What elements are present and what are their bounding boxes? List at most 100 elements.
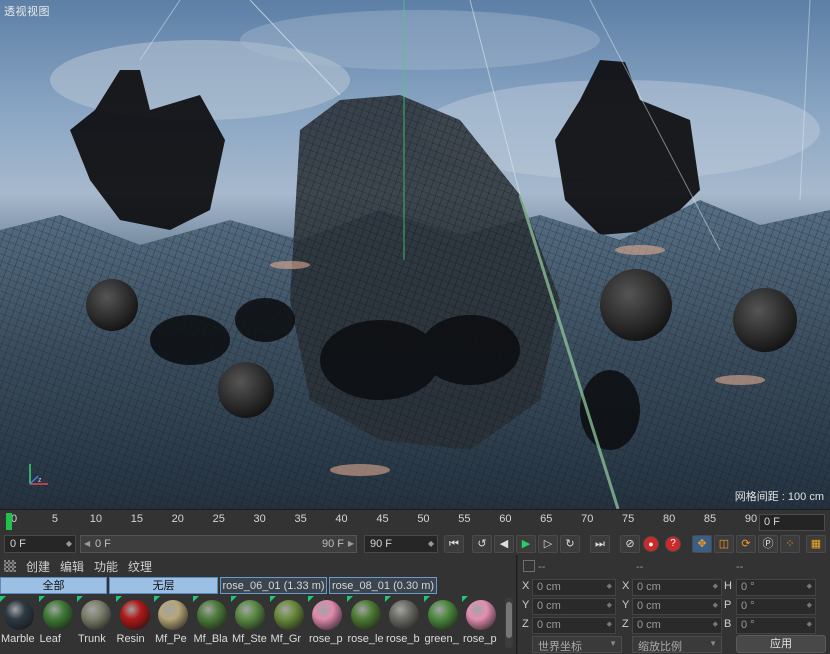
material-swatch[interactable]: Resin [115,596,154,654]
material-list: Marble Leaf Trunk Resin Mf_Pe Mf_Bla Mf_Ste Mf_… [0,596,501,654]
material-name: rose_le [347,633,384,645]
prev-key-button[interactable]: ↺ [472,535,492,553]
material-swatch[interactable]: Mf_Bla [192,596,231,654]
filter-rose-06[interactable]: rose_06_01 (1.33 m) [220,577,327,594]
ruler-tick-label: 15 [130,513,143,525]
layer-filter-bar: 全部 无层 rose_06_01 (1.33 m) rose_08_01 (0.… [0,577,437,594]
material-preview-icon [312,600,342,630]
stepper-icon[interactable]: ◆ [807,582,812,590]
material-name: Mf_Pe [155,633,187,645]
ruler-tick-label: 65 [540,513,553,525]
coord-header-size: -- [636,561,644,573]
ruler-tick-label: 5 [51,513,58,525]
prev-frame-button[interactable]: ◀ [494,535,514,553]
material-swatch[interactable]: Mf_Ste [231,596,269,654]
go-to-end-button[interactable]: ⏭ [590,535,610,553]
menu-edit[interactable]: 编辑 [60,558,84,575]
apply-button[interactable]: 应用 [736,635,826,653]
go-to-start-button[interactable]: ⏮ [444,535,464,553]
filter-no-layer[interactable]: 无层 [109,577,218,594]
timeline-window-icon[interactable]: ▦ [806,535,826,553]
coord-header: -- -- -- [518,555,830,577]
material-used-marker [462,596,468,602]
point-level-icon[interactable]: ⁘ [780,535,800,553]
scale-mode-dropdown[interactable]: 缩放比例 ▼ [632,636,722,653]
material-used-marker [0,596,6,602]
filter-rose-08[interactable]: rose_08_01 (0.30 m) [329,577,437,594]
material-swatch[interactable]: rose_b [385,596,423,654]
start-frame-value: 0 F [10,538,26,550]
frame-range-slider[interactable]: ◀ 0 F 90 F ▶ [80,535,357,553]
filter-all[interactable]: 全部 [0,577,107,594]
coord-axis-label: B [724,618,732,630]
material-used-marker [115,596,122,602]
material-swatch[interactable]: rose_le [346,596,385,654]
viewport-title[interactable]: 透视视图 [4,3,50,19]
ruler-tick-label: 35 [294,513,307,525]
stepper-icon[interactable]: ◆ [807,620,812,628]
playhead[interactable] [6,513,12,530]
material-swatch[interactable]: Leaf [38,596,77,654]
material-used-marker [385,596,391,602]
material-preview-icon [196,600,227,630]
material-swatch[interactable]: Marble [0,596,38,654]
stepper-icon[interactable]: ◆ [807,601,812,609]
move-key-icon[interactable]: ✥ [692,535,712,553]
material-preview-icon [119,600,150,630]
rotate-key-icon[interactable]: ⟳ [736,535,756,553]
material-swatch[interactable]: Mf_Pe [154,596,192,654]
material-preview-icon [81,600,111,630]
menu-texture[interactable]: 纹理 [128,558,152,575]
axis-gizmo-icon: z [29,464,48,485]
current-frame-field[interactable]: 0 F [759,514,825,531]
panel-grip-icon[interactable] [523,560,535,572]
material-swatch[interactable]: rose_p [308,596,346,654]
menu-create[interactable]: 创建 [26,558,50,575]
panel-grip-icon[interactable] [4,560,16,572]
material-name: Mf_Bla [193,633,228,645]
material-swatch[interactable]: rose_p [462,596,500,654]
material-preview-icon [4,600,34,630]
param-key-icon[interactable]: Ⓟ [758,535,778,553]
material-scrollbar[interactable] [505,598,513,648]
coord-field-group: P 0 ° ◆ [518,598,830,615]
coord-axis-label: H [724,580,732,592]
coord-header-position: -- [538,561,546,573]
ruler-tick-label: 45 [376,513,389,525]
perspective-viewport[interactable]: 透视视图 网格间距 : 100 cm z [0,0,830,509]
coord-value-field[interactable]: 0 ° ◆ [736,598,816,615]
end-frame-field[interactable]: 90 F ◆ [364,535,438,553]
material-swatch[interactable]: Mf_Gr [269,596,308,654]
coord-system-dropdown[interactable]: 世界坐标 ▼ [532,636,622,653]
scale-key-icon[interactable]: ◫ [714,535,734,553]
material-name: Mf_Ste [232,633,267,645]
range-end-label: 90 F [321,538,344,550]
material-name: Mf_Gr [270,633,302,645]
lock-key-icon[interactable]: ⊘ [620,535,640,553]
material-preview-icon [42,600,73,630]
coord-system-value: 世界坐标 [538,641,582,653]
coord-value-field[interactable]: 0 ° ◆ [736,617,816,634]
coord-value-field[interactable]: 0 ° ◆ [736,579,816,596]
material-used-marker [231,596,237,602]
autokey-button[interactable]: ? [665,536,681,552]
play-button[interactable]: ▶ [516,535,536,553]
material-preview-icon [235,600,265,630]
start-frame-field[interactable]: 0 F ◆ [4,535,76,553]
frame-ruler[interactable]: 0 5 10 15 20 25 30 35 40 45 50 55 60 65 70 75 80 85 90 [6,510,758,534]
record-button[interactable]: ● [643,536,659,552]
scrollbar-thumb[interactable] [506,602,512,638]
menu-function[interactable]: 功能 [94,558,118,575]
next-frame-button[interactable]: ▷ [538,535,558,553]
ruler-tick-label: 30 [253,513,266,525]
material-name: Marble [1,633,35,645]
material-used-marker [346,596,353,602]
material-preview-icon [466,600,496,630]
material-swatch[interactable]: green_ [423,596,462,654]
scale-mode-value: 缩放比例 [638,641,682,653]
transport-bar: 0 F ◆ ◀ 0 F 90 F ▶ 90 F ◆ ⏮ ↺ ◀ ▶ ▷ ↻ ⏭ ⊘ … [0,533,830,555]
range-start-label: 0 F [95,538,111,550]
next-key-button[interactable]: ↻ [560,535,580,553]
material-swatch[interactable]: Trunk [77,596,115,654]
timeline-ruler[interactable]: 0 5 10 15 20 25 30 35 40 45 50 55 60 65 70 75 80 85 90 0 F [0,509,830,533]
